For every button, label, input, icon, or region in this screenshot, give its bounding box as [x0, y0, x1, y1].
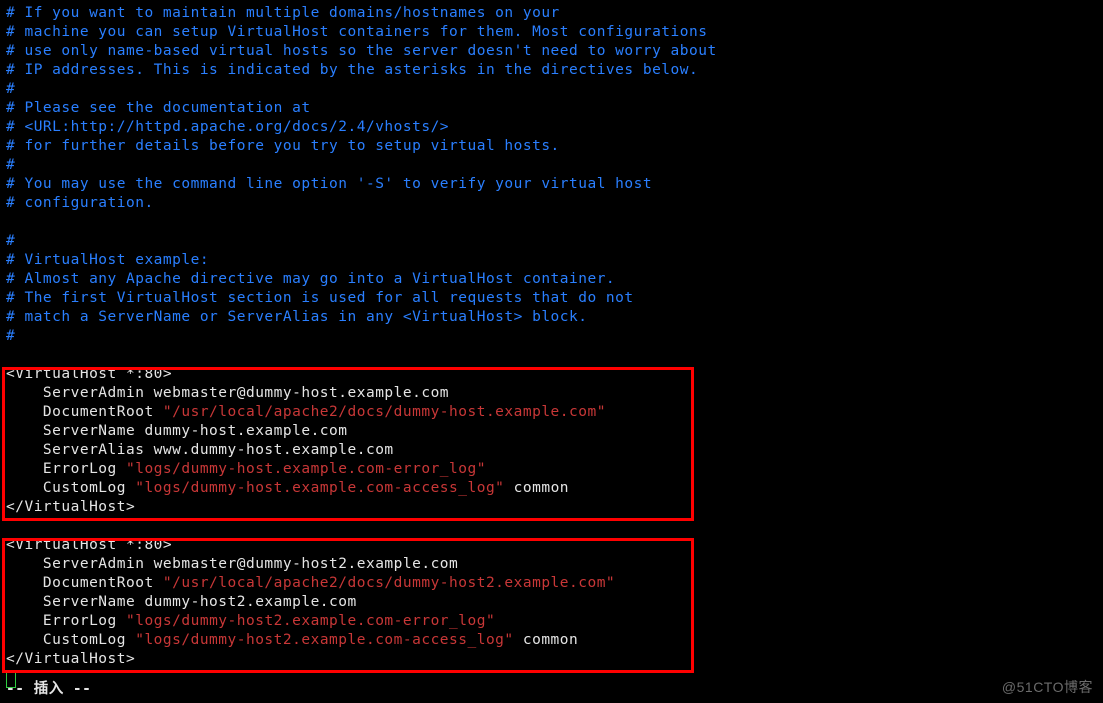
code-line: # use only name-based virtual hosts so t… — [6, 42, 1097, 61]
code-line: # IP addresses. This is indicated by the… — [6, 61, 1097, 80]
code-line: <VirtualHost *:80> — [6, 536, 1097, 555]
code-line: # You may use the command line option '-… — [6, 175, 1097, 194]
code-line: # Almost any Apache directive may go int… — [6, 270, 1097, 289]
code-line — [6, 346, 1097, 365]
code-line — [6, 517, 1097, 536]
code-line: <VirtualHost *:80> — [6, 365, 1097, 384]
code-line: ServerName dummy-host2.example.com — [6, 593, 1097, 612]
code-line: ServerName dummy-host.example.com — [6, 422, 1097, 441]
code-line: # — [6, 232, 1097, 251]
code-line: # Please see the documentation at — [6, 99, 1097, 118]
code-line: # for further details before you try to … — [6, 137, 1097, 156]
code-line: ServerAdmin webmaster@dummy-host.example… — [6, 384, 1097, 403]
code-line: ErrorLog "logs/dummy-host.example.com-er… — [6, 460, 1097, 479]
code-line: # — [6, 80, 1097, 99]
code-line: ServerAdmin webmaster@dummy-host2.exampl… — [6, 555, 1097, 574]
code-line: DocumentRoot "/usr/local/apache2/docs/du… — [6, 574, 1097, 593]
code-line: # VirtualHost example: — [6, 251, 1097, 270]
code-line: CustomLog "logs/dummy-host.example.com-a… — [6, 479, 1097, 498]
code-line: # configuration. — [6, 194, 1097, 213]
code-line: # match a ServerName or ServerAlias in a… — [6, 308, 1097, 327]
editor-pane[interactable]: # If you want to maintain multiple domai… — [0, 0, 1103, 673]
code-line: # <URL:http://httpd.apache.org/docs/2.4/… — [6, 118, 1097, 137]
code-line: # — [6, 156, 1097, 175]
vim-mode-status: -- 插入 -- — [6, 680, 91, 699]
code-line — [6, 213, 1097, 232]
watermark-text: @51CTO博客 — [1002, 678, 1093, 697]
code-line: ServerAlias www.dummy-host.example.com — [6, 441, 1097, 460]
code-line: </VirtualHost> — [6, 650, 1097, 669]
code-line: CustomLog "logs/dummy-host2.example.com-… — [6, 631, 1097, 650]
code-line: </VirtualHost> — [6, 498, 1097, 517]
code-line: # — [6, 327, 1097, 346]
code-line: ErrorLog "logs/dummy-host2.example.com-e… — [6, 612, 1097, 631]
code-line: # machine you can setup VirtualHost cont… — [6, 23, 1097, 42]
code-line: # If you want to maintain multiple domai… — [6, 4, 1097, 23]
code-line: DocumentRoot "/usr/local/apache2/docs/du… — [6, 403, 1097, 422]
code-line: # The first VirtualHost section is used … — [6, 289, 1097, 308]
